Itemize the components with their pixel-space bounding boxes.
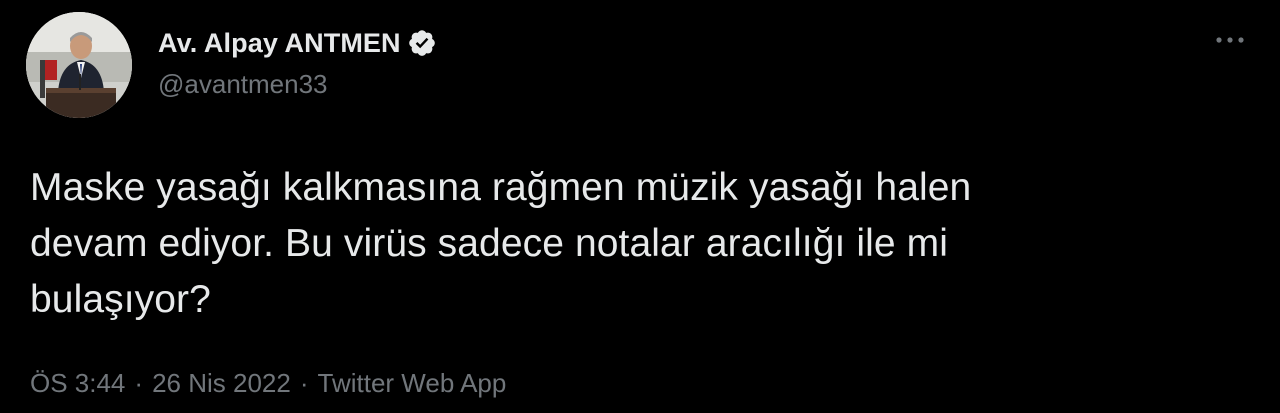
user-handle[interactable]: @avantmen33 xyxy=(158,69,437,100)
avatar-image xyxy=(26,12,132,118)
more-horizontal-icon xyxy=(1216,37,1244,43)
tweet-text-line-1: Maske yasağı kalkmasına rağmen müzik yas… xyxy=(30,166,972,209)
tweet-meta: ÖS 3:44 · 26 Nis 2022 · Twitter Web App xyxy=(30,368,506,399)
tweet-text-line-3: bulaşıyor? xyxy=(30,278,211,321)
tweet-text-line-2: devam ediyor. Bu virüs sadece notalar ar… xyxy=(30,222,948,265)
verified-badge-icon xyxy=(407,28,437,58)
meta-separator: · xyxy=(134,368,144,398)
name-row: Av. Alpay ANTMEN xyxy=(158,26,437,60)
tweet-text: Maske yasağı kalkmasına rağmen müzik yas… xyxy=(30,160,1230,328)
meta-separator: · xyxy=(299,368,309,398)
author-info: Av. Alpay ANTMEN @avantmen33 xyxy=(158,26,437,100)
tweet-source[interactable]: Twitter Web App xyxy=(318,368,507,398)
more-button[interactable] xyxy=(1210,28,1250,52)
tweet-time[interactable]: ÖS 3:44 xyxy=(30,368,125,398)
display-name[interactable]: Av. Alpay ANTMEN xyxy=(158,28,401,59)
tweet-date[interactable]: 26 Nis 2022 xyxy=(152,368,291,398)
avatar[interactable] xyxy=(26,12,132,118)
tweet-card: Av. Alpay ANTMEN @avantmen33 Maske yasağ… xyxy=(0,0,1280,413)
